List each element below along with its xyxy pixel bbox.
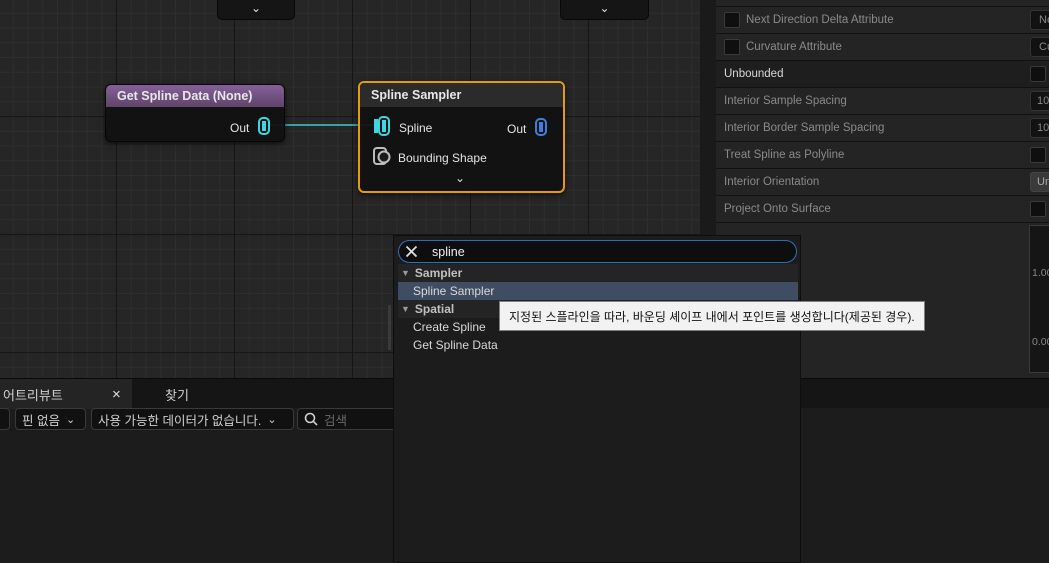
dropdown[interactable]: Un [1030, 172, 1049, 192]
close-icon[interactable]: × [112, 386, 121, 403]
prop-label: Project Onto Surface [724, 203, 831, 215]
scroll-indicator[interactable] [388, 305, 391, 350]
value-field[interactable]: Ne [1030, 10, 1049, 30]
prop-label: Next Direction Delta Attribute [746, 14, 894, 26]
pin-spline-label: Spline [399, 120, 433, 135]
pins-combo-label: 핀 없음 [22, 413, 60, 428]
prop-label: Curvature Attribute [746, 41, 842, 53]
data-combo-label: 사용 가능한 데이터가 없습니다. [98, 413, 262, 428]
item-label: Spline Sampler [413, 284, 495, 298]
tab-find[interactable]: 찾기 [165, 379, 189, 409]
chevron-down-icon[interactable]: ⌄ [455, 171, 465, 185]
checkbox[interactable] [724, 39, 740, 55]
palette-search-value: spline [432, 244, 465, 259]
chevron-down-icon: ⌄ [267, 413, 277, 426]
node-title: Get Spline Data (None) [106, 85, 284, 107]
prop-label: Unbounded [724, 68, 784, 80]
spline-pin-icon[interactable] [258, 117, 271, 138]
tab-label: 어트리뷰트 [3, 387, 63, 403]
prop-row-unbounded: Unbounded [716, 61, 1049, 88]
category-label: Sampler [414, 266, 463, 280]
item-label: Get Spline Data [413, 338, 498, 352]
caret-down-icon: ▼ [401, 304, 410, 314]
prop-row-next-direction: Next Direction Delta Attribute Ne [716, 7, 1049, 34]
checkbox[interactable] [1030, 147, 1046, 163]
clear-search-icon[interactable] [405, 245, 418, 258]
value-field[interactable]: 10 [1030, 118, 1049, 138]
prop-label: Interior Orientation [724, 176, 820, 188]
pin-bounding-shape-label: Bounding Shape [398, 150, 487, 165]
prop-row-polyline: Treat Spline as Polyline [716, 142, 1049, 169]
search-field[interactable]: 검색 [297, 408, 397, 430]
value-field[interactable]: 10 [1030, 91, 1049, 111]
prop-label: Interior Sample Spacing [724, 95, 847, 107]
data-combo[interactable]: 사용 가능한 데이터가 없습니다. ⌄ [91, 408, 294, 430]
curve-editor[interactable] [1029, 225, 1049, 373]
category-label: Spatial [414, 302, 455, 316]
palette-search-input[interactable]: spline [398, 240, 797, 263]
bounding-shape-pin-icon[interactable] [373, 146, 391, 169]
prop-label: Interior Border Sample Spacing [724, 122, 885, 134]
tab-label: 찾기 [165, 387, 189, 403]
list-item-spline-sampler[interactable]: Spline Sampler [398, 282, 798, 300]
curve-value-bottom: 0.00 [1032, 336, 1049, 348]
spline-pin-icon[interactable] [373, 116, 391, 139]
prop-row-orientation: Interior Orientation Un [716, 169, 1049, 196]
point-data-pin-icon[interactable] [535, 118, 548, 139]
node-title: Spline Sampler [360, 83, 563, 107]
value-field[interactable]: Cu [1030, 37, 1049, 57]
list-item-get-spline-data[interactable]: Get Spline Data [398, 336, 798, 354]
tab-attributes[interactable]: 어트리뷰트 × [0, 379, 132, 409]
prop-row-project: Project Onto Surface [716, 196, 1049, 223]
prop-row-border-spacing: Interior Border Sample Spacing 10 [716, 115, 1049, 142]
item-label: Create Spline [413, 320, 486, 334]
category-sampler[interactable]: ▼ Sampler [398, 264, 798, 282]
checkbox[interactable] [1030, 201, 1046, 217]
checkbox[interactable] [724, 12, 740, 28]
toolbar-combo-edge[interactable] [0, 408, 10, 430]
prop-label: Treat Spline as Polyline [724, 149, 845, 161]
caret-down-icon: ▼ [401, 268, 410, 278]
pin-out-label: Out [507, 121, 527, 136]
unbounded-checkbox[interactable] [1030, 66, 1046, 82]
tooltip-text: 지정된 스플라인을 따라, 바운딩 셰이프 내에서 포인트를 생성합니다(제공된… [509, 309, 915, 324]
curve-value-top: 1.00 [1032, 267, 1049, 279]
node-search-palette: spline ▼ Sampler Spline Sampler ▼ Spatia… [393, 235, 801, 563]
chevron-down-icon: ⌄ [65, 413, 76, 426]
pins-combo[interactable]: 핀 없음 ⌄ [15, 408, 86, 430]
prop-row-interior-spacing: Interior Sample Spacing 10 [716, 88, 1049, 115]
node-get-spline-data[interactable]: Get Spline Data (None) Out [105, 84, 285, 142]
search-placeholder: 검색 [324, 413, 348, 428]
tooltip: 지정된 스플라인을 따라, 바운딩 셰이프 내에서 포인트를 생성합니다(제공된… [499, 301, 925, 331]
node-spline-sampler[interactable]: Spline Sampler Spline Out Bounding Shape… [358, 81, 565, 193]
pin-out-label: Out [230, 120, 250, 135]
search-icon [304, 412, 318, 426]
prop-row-curvature: Curvature Attribute Cu [716, 34, 1049, 61]
